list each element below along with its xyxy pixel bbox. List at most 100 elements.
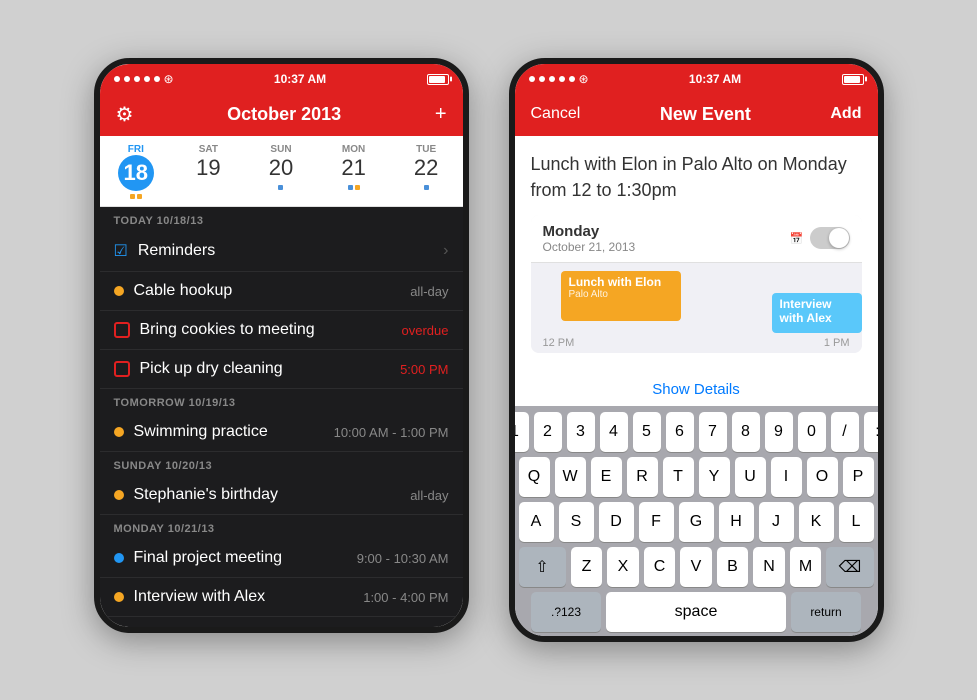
day-name-fri: FRI [128, 144, 144, 155]
check-icon: ☑ [114, 241, 128, 261]
day-col-tue[interactable]: TUE 22 [390, 140, 463, 206]
key-2[interactable]: 2 [534, 412, 562, 452]
toggle-knob [829, 228, 849, 248]
kb-row-qwerty: Q W E R T Y U I O P [519, 457, 874, 497]
key-d[interactable]: D [599, 502, 634, 542]
status-bar-left: ⊛ 10:37 AM [100, 64, 463, 92]
event-title-final: Final project meeting [134, 549, 283, 567]
checkbox-cookies[interactable] [114, 322, 130, 338]
event-interview-alex[interactable]: Interview with Alex 1:00 - 4:00 PM [100, 578, 463, 617]
key-6[interactable]: 6 [666, 412, 694, 452]
event-cookies[interactable]: Bring cookies to meeting overdue [100, 311, 463, 350]
allday-toggle-area: 📅 [790, 227, 850, 249]
event-time-cable: all-day [402, 284, 448, 299]
event-left-dry: Pick up dry cleaning [114, 360, 393, 378]
key-k[interactable]: K [799, 502, 834, 542]
event-dot-final [114, 553, 124, 563]
key-y[interactable]: Y [699, 457, 730, 497]
keyboard: 1 2 3 4 5 6 7 8 9 0 / : Q W E R T Y [515, 406, 878, 636]
key-u[interactable]: U [735, 457, 766, 497]
key-v[interactable]: V [680, 547, 712, 587]
key-z[interactable]: Z [571, 547, 603, 587]
key-slash[interactable]: / [831, 412, 859, 452]
key-b[interactable]: B [717, 547, 749, 587]
interview-title: Interview with Alex [780, 297, 854, 325]
left-nav-bar: ⚙ October 2013 + [100, 92, 463, 136]
day-col-mon[interactable]: MON 21 [317, 140, 390, 206]
calendar-title: October 2013 [227, 104, 341, 125]
shift-key[interactable]: ⇧ [519, 547, 566, 587]
kb-row-zxcv: ⇧ Z X C V B N M ⌫ [519, 547, 874, 587]
key-3[interactable]: 3 [567, 412, 595, 452]
day-col-sun[interactable]: SUN 20 [245, 140, 318, 206]
key-f[interactable]: F [639, 502, 674, 542]
key-m[interactable]: M [790, 547, 822, 587]
key-w[interactable]: W [555, 457, 586, 497]
calendar-icon: 📅 [790, 232, 804, 245]
reminders-row[interactable]: ☑ Reminders › [100, 231, 463, 272]
numbers-key[interactable]: .?123 [531, 592, 601, 632]
day-headers: FRI 18 SAT 19 SUN 20 MON [100, 136, 463, 206]
day-name-tue: TUE [416, 144, 436, 155]
show-details-button[interactable]: Show Details [515, 373, 878, 406]
day-col-sat[interactable]: SAT 19 [172, 140, 245, 206]
section-header-sunday: SUNDAY 10/20/13 [100, 452, 463, 476]
event-title-cookies: Bring cookies to meeting [140, 321, 315, 339]
key-9[interactable]: 9 [765, 412, 793, 452]
key-l[interactable]: L [839, 502, 874, 542]
event-left-cookies: Bring cookies to meeting [114, 321, 394, 339]
preview-header: Monday October 21, 2013 📅 [531, 215, 862, 263]
event-time-cookies: overdue [394, 323, 449, 338]
chevron-right-icon: › [443, 242, 448, 260]
left-phone: ⊛ 10:37 AM ⚙ October 2013 + FRI 18 [94, 58, 469, 633]
event-swimming[interactable]: Swimming practice 10:00 AM - 1:00 PM [100, 413, 463, 452]
key-s[interactable]: S [559, 502, 594, 542]
key-7[interactable]: 7 [699, 412, 727, 452]
add-event-icon[interactable]: + [435, 103, 447, 126]
key-j[interactable]: J [759, 502, 794, 542]
cancel-button[interactable]: Cancel [531, 105, 581, 123]
right-nav-bar: Cancel New Event Add [515, 92, 878, 136]
checkbox-dry[interactable] [114, 361, 130, 377]
event-cable-hookup[interactable]: Cable hookup all-day [100, 272, 463, 311]
key-e[interactable]: E [591, 457, 622, 497]
event-final-project[interactable]: Final project meeting 9:00 - 10:30 AM [100, 539, 463, 578]
day-name-sat: SAT [199, 144, 218, 155]
event-birthday[interactable]: Stephanie's birthday all-day [100, 476, 463, 515]
key-colon[interactable]: : [864, 412, 884, 452]
event-title-dry: Pick up dry cleaning [140, 360, 283, 378]
timeline-labels: 12 PM 1 PM [531, 333, 862, 353]
add-button[interactable]: Add [830, 105, 861, 123]
key-t[interactable]: T [663, 457, 694, 497]
calendar-strip: FRI 18 SAT 19 SUN 20 MON [100, 136, 463, 207]
key-5[interactable]: 5 [633, 412, 661, 452]
key-a[interactable]: A [519, 502, 554, 542]
event-dry-cleaning[interactable]: Pick up dry cleaning 5:00 PM [100, 350, 463, 389]
key-p[interactable]: P [843, 457, 874, 497]
wifi-icon: ⊛ [164, 72, 174, 86]
key-4[interactable]: 4 [600, 412, 628, 452]
event-left-interview: Interview with Alex [114, 588, 356, 606]
key-g[interactable]: G [679, 502, 714, 542]
key-n[interactable]: N [753, 547, 785, 587]
day-col-fri[interactable]: FRI 18 [100, 140, 173, 206]
key-o[interactable]: O [807, 457, 838, 497]
gear-icon[interactable]: ⚙ [116, 102, 134, 127]
return-key[interactable]: return [791, 592, 861, 632]
event-title-swimming: Swimming practice [134, 423, 268, 441]
key-h[interactable]: H [719, 502, 754, 542]
key-x[interactable]: X [607, 547, 639, 587]
space-key[interactable]: space [606, 592, 786, 632]
reminders-title: Reminders [138, 242, 215, 260]
key-1[interactable]: 1 [509, 412, 529, 452]
key-8[interactable]: 8 [732, 412, 760, 452]
key-0[interactable]: 0 [798, 412, 826, 452]
key-r[interactable]: R [627, 457, 658, 497]
key-i[interactable]: I [771, 457, 802, 497]
key-q[interactable]: Q [519, 457, 550, 497]
allday-toggle[interactable] [810, 227, 850, 249]
preview-day-info: Monday October 21, 2013 [543, 223, 636, 254]
delete-key[interactable]: ⌫ [826, 547, 873, 587]
nlp-text[interactable]: Lunch with Elon in Palo Alto on Monday f… [531, 152, 862, 202]
key-c[interactable]: C [644, 547, 676, 587]
